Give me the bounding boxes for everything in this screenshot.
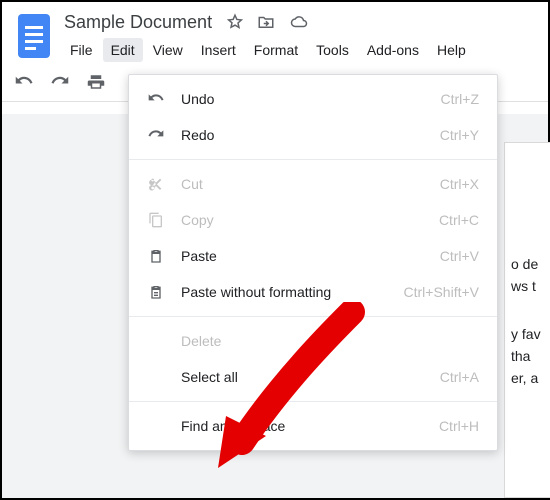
menu-view[interactable]: View (145, 38, 191, 62)
menu-label: Paste (181, 248, 440, 264)
page-text-line: y fav (511, 323, 549, 345)
menubar: File Edit View Insert Format Tools Add-o… (62, 38, 540, 62)
menu-item-copy[interactable]: Copy Ctrl+C (129, 202, 497, 238)
menu-label: Find and replace (181, 418, 439, 434)
menu-file[interactable]: File (62, 38, 101, 62)
menu-label: Paste without formatting (181, 284, 404, 300)
move-folder-icon[interactable] (256, 13, 276, 31)
menu-shortcut: Ctrl+Z (441, 91, 480, 107)
menu-shortcut: Ctrl+X (440, 176, 479, 192)
menu-item-find-and-replace[interactable]: Find and replace Ctrl+H (129, 408, 497, 444)
page-text-line: er, a (511, 367, 549, 389)
page-text-line: o de (511, 253, 549, 275)
menu-label: Select all (181, 369, 440, 385)
page-text-line: tha (511, 345, 549, 367)
menu-label: Copy (181, 212, 439, 228)
menu-tools[interactable]: Tools (308, 38, 357, 62)
copy-icon (145, 212, 167, 228)
menu-label: Undo (181, 91, 441, 107)
menu-item-cut[interactable]: Cut Ctrl+X (129, 166, 497, 202)
menu-addons[interactable]: Add-ons (359, 38, 427, 62)
menu-separator (129, 159, 497, 160)
redo-icon (145, 127, 167, 143)
document-title[interactable]: Sample Document (62, 11, 214, 34)
menu-item-paste[interactable]: Paste Ctrl+V (129, 238, 497, 274)
menu-item-redo[interactable]: Redo Ctrl+Y (129, 117, 497, 153)
menu-format[interactable]: Format (246, 38, 306, 62)
menu-insert[interactable]: Insert (193, 38, 244, 62)
menu-label: Delete (181, 333, 479, 349)
menu-separator (129, 316, 497, 317)
document-page[interactable]: o de ws t y fav tha er, a (504, 142, 550, 498)
docs-logo-icon[interactable] (16, 12, 52, 60)
menu-shortcut: Ctrl+Y (440, 127, 479, 143)
menu-edit[interactable]: Edit (103, 38, 143, 62)
print-icon[interactable] (84, 70, 108, 94)
menu-separator (129, 401, 497, 402)
menu-item-select-all[interactable]: Select all Ctrl+A (129, 359, 497, 395)
undo-icon (145, 91, 167, 107)
app-header: Sample Document File Edit View Insert Fo… (2, 2, 548, 62)
title-area: Sample Document File Edit View Insert Fo… (62, 10, 540, 62)
menu-item-paste-without-formatting[interactable]: Paste without formatting Ctrl+Shift+V (129, 274, 497, 310)
star-icon[interactable] (226, 13, 244, 31)
menu-label: Redo (181, 127, 440, 143)
page-text-line: ws t (511, 275, 549, 297)
menu-item-delete[interactable]: Delete (129, 323, 497, 359)
menu-label: Cut (181, 176, 440, 192)
menu-shortcut: Ctrl+C (439, 212, 479, 228)
edit-menu-dropdown: Undo Ctrl+Z Redo Ctrl+Y Cut Ctrl+X Copy … (128, 74, 498, 451)
redo-icon[interactable] (48, 70, 72, 94)
menu-shortcut: Ctrl+V (440, 248, 479, 264)
menu-shortcut: Ctrl+H (439, 418, 479, 434)
paste-icon (145, 248, 167, 264)
cloud-status-icon[interactable] (288, 13, 310, 31)
menu-item-undo[interactable]: Undo Ctrl+Z (129, 81, 497, 117)
cut-icon (145, 176, 167, 192)
menu-shortcut: Ctrl+Shift+V (404, 284, 479, 300)
undo-icon[interactable] (12, 70, 36, 94)
paste-plain-icon (145, 284, 167, 300)
menu-help[interactable]: Help (429, 38, 474, 62)
menu-shortcut: Ctrl+A (440, 369, 479, 385)
title-row: Sample Document (62, 10, 540, 34)
